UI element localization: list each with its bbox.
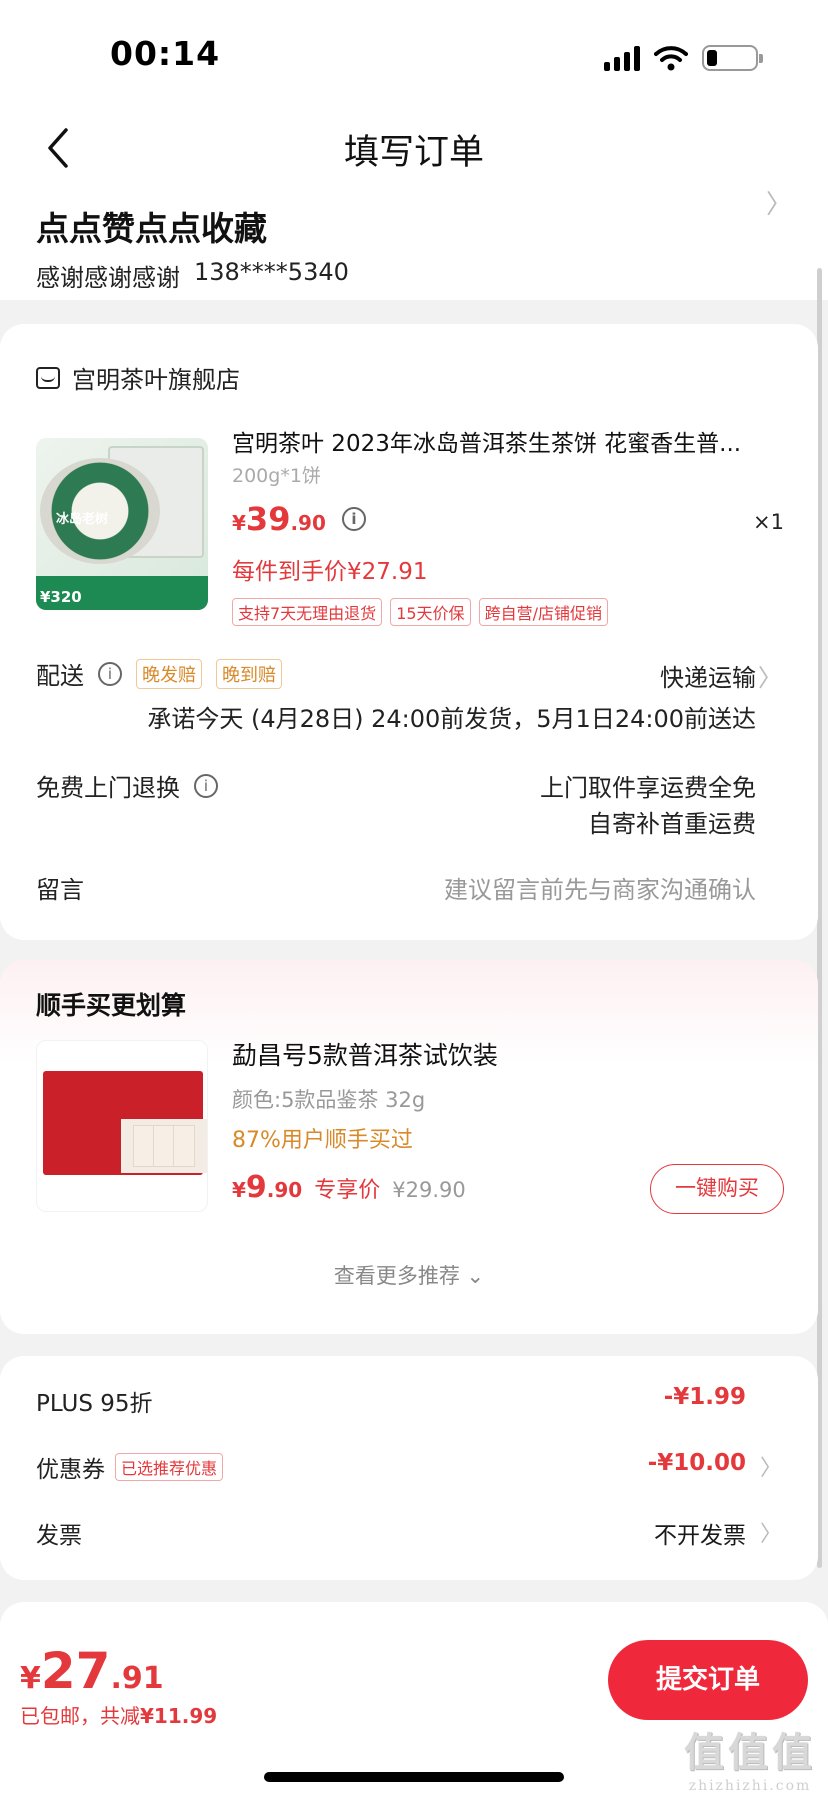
home-indicator[interactable] <box>264 1772 564 1782</box>
price-decimal: .90 <box>266 1178 303 1202</box>
savings-text: 已包邮，共减¥11.99 <box>20 1700 217 1729</box>
return-service-text: 免费上门退换 <box>36 774 180 802</box>
watermark-url: zhizhizhi.com <box>688 1778 812 1794</box>
product-quantity: ×1 <box>753 510 784 534</box>
price-decimal: .90 <box>290 511 326 535</box>
recommend-card: 顺手买更划算 勐昌号5款普洱茶试饮装 颜色:5款品鉴茶 32g 87%用户顺手买… <box>0 960 818 1334</box>
status-time: 00:14 <box>110 34 221 73</box>
info-icon[interactable]: i <box>98 661 122 686</box>
store-icon <box>36 366 60 389</box>
delivery-method[interactable]: 快递运输 <box>660 658 756 693</box>
savings-amount: ¥11.99 <box>140 1704 218 1728</box>
discount-card: PLUS 95折 -¥1.99 优惠券 已选推荐优惠 -¥10.00 〉 发票 … <box>0 1356 818 1580</box>
price-integer: 9 <box>245 1170 267 1205</box>
chevron-right-icon: 〉 <box>759 1522 782 1547</box>
wifi-icon <box>654 46 688 71</box>
product-image-price: ¥320 <box>40 588 82 606</box>
shipping-text: 已包邮，共减 <box>20 1704 140 1728</box>
recommend-item-price: ¥9.90 专享价 ¥29.90 <box>232 1170 466 1205</box>
recommend-item-spec: 颜色:5款品鉴茶 32g <box>232 1088 426 1112</box>
product-image[interactable]: 冰岛老树 ¥320 <box>36 438 208 610</box>
price-currency: ¥ <box>232 1178 246 1202</box>
late-ship-tag: 晚发赔 <box>136 658 202 689</box>
message-input[interactable]: 建议留言前先与商家沟通确认 <box>444 870 756 905</box>
service-tag: 15天价保 <box>390 598 471 626</box>
return-service-line1: 上门取件享运费全免 <box>540 774 756 802</box>
signal-icon <box>604 45 640 71</box>
checkout-bar: ¥ 27 .91 已包邮，共减¥11.99 提交订单 值值值 zhizhizhi… <box>0 1602 828 1795</box>
recommend-title: 顺手买更划算 <box>36 991 187 1020</box>
original-price: ¥29.90 <box>392 1178 466 1202</box>
product-image-label: 冰岛老树 <box>56 512 109 527</box>
chevron-right-icon: 〉 <box>758 664 782 692</box>
service-tags: 支持7天无理由退货 15天价保 跨自营/店铺促销 <box>232 598 608 626</box>
order-card: 宫明茶叶旗舰店 冰岛老树 ¥320 宫明茶叶 2023年冰岛普洱茶生茶饼 花蜜香… <box>0 324 818 940</box>
chevron-right-icon: 〉 <box>765 190 792 220</box>
watermark: 值值值 zhizhizhi.com <box>684 1720 816 1794</box>
chevron-right-icon: 〉 <box>759 1456 782 1481</box>
recommend-item-title[interactable]: 勐昌号5款普洱茶试饮装 <box>232 1036 498 1072</box>
recommend-price-now: ¥9.90 <box>232 1170 302 1205</box>
info-icon[interactable]: i <box>194 773 218 798</box>
total-price: ¥ 27 .91 <box>20 1642 164 1700</box>
delivery-label-text: 配送 <box>36 662 84 690</box>
product-spec: 200g*1饼 <box>232 465 321 487</box>
unit-price: 每件到手价¥27.91 <box>232 559 428 585</box>
battery-icon <box>702 45 763 71</box>
product-price: ¥ 39 .90 i <box>232 500 366 538</box>
service-tag: 支持7天无理由退货 <box>232 598 383 626</box>
price-integer: 27 <box>40 1642 111 1700</box>
recommend-item-social: 87%用户顺手买过 <box>232 1128 413 1153</box>
address-contact: 感谢感谢感谢 138****5340 <box>36 258 349 293</box>
coupon-tag: 已选推荐优惠 <box>115 1453 224 1481</box>
coupon-row[interactable]: 优惠券 已选推荐优惠 <box>36 1450 224 1484</box>
return-service-line2: 自寄补首重运费 <box>588 810 756 838</box>
delivery-label: 配送 i 晚发赔 晚到赔 <box>36 656 282 691</box>
plus-discount-label: PLUS 95折 <box>36 1391 153 1417</box>
status-icons <box>604 40 763 76</box>
return-service-label: 免费上门退换 i <box>36 768 218 803</box>
shop-header[interactable]: 宫明茶叶旗舰店 <box>36 360 240 395</box>
watermark-text: 值值值 <box>684 1729 816 1776</box>
delivery-promise: 承诺今天 (4月28日) 24:00前发货，5月1日24:00前送达 <box>147 705 756 733</box>
price-decimal: .91 <box>110 1661 164 1696</box>
plus-discount-value: -¥1.99 <box>663 1384 746 1410</box>
status-bar: 00:14 <box>0 0 828 110</box>
exclusive-price-label: 专享价 <box>314 1178 381 1203</box>
info-icon[interactable]: i <box>341 507 366 531</box>
message-label: 留言 <box>36 876 84 904</box>
contact-name: 感谢感谢感谢 <box>36 264 180 292</box>
late-arrival-tag: 晚到赔 <box>216 658 282 689</box>
price-integer: 39 <box>245 500 291 538</box>
recommend-image[interactable] <box>36 1040 208 1212</box>
invoice-label: 发票 <box>36 1523 82 1549</box>
product-title[interactable]: 宫明茶叶 2023年冰岛普洱茶生茶饼 花蜜香生普... <box>232 424 792 458</box>
one-click-buy-button[interactable]: 一键购买 <box>650 1164 784 1214</box>
coupon-value[interactable]: -¥10.00 <box>648 1450 746 1476</box>
price-currency: ¥ <box>232 511 246 535</box>
invoice-value[interactable]: 不开发票 <box>654 1516 746 1550</box>
see-more-recommend[interactable]: 查看更多推荐 ⌄ <box>0 1260 818 1290</box>
page-title: 填写订单 <box>343 133 484 173</box>
contact-phone: 138****5340 <box>194 258 349 286</box>
coupon-label: 优惠券 <box>36 1457 105 1483</box>
address-name: 点点赞点点收藏 <box>36 209 267 248</box>
nav-bar: 填写订单 <box>0 110 828 186</box>
service-tag: 跨自营/店铺促销 <box>478 598 608 626</box>
price-currency: ¥ <box>20 1661 41 1696</box>
shop-name: 宫明茶叶旗舰店 <box>72 366 240 394</box>
submit-order-button[interactable]: 提交订单 <box>608 1640 808 1720</box>
